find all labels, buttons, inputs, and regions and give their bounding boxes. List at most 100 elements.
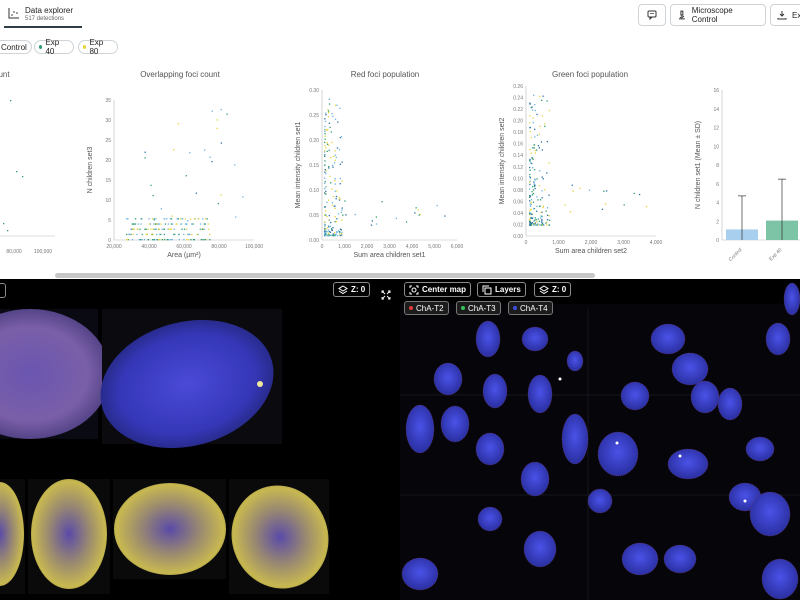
z-stack-left-button[interactable]: Z: 0 — [333, 282, 371, 297]
scatter-point — [127, 239, 129, 241]
filter-chip-control[interactable]: Control — [0, 40, 32, 54]
scatter-point — [540, 141, 543, 143]
nucleus — [561, 413, 589, 465]
scatter-point — [330, 182, 332, 184]
scatter-point — [344, 200, 346, 202]
focus-spot — [743, 499, 747, 503]
z-stack-right-button[interactable]: Z: 0 — [534, 282, 572, 297]
scatter-point — [337, 213, 340, 215]
scatter-point — [216, 127, 218, 130]
channel-chip-t2[interactable]: ChA-T2 — [404, 301, 449, 315]
scatter-point — [22, 176, 24, 178]
scatter-point — [324, 138, 326, 140]
chart-red-foci: 0.00 0.05 0.10 0.15 0.20 0.25 0.30 0 1,000 2,000 3… — [295, 88, 463, 259]
center-map-label: Center map — [422, 285, 467, 294]
scatter-point — [131, 239, 134, 241]
scatter-point — [541, 99, 543, 102]
tick-label: 0.24 — [513, 96, 523, 102]
scatter-point — [370, 224, 373, 226]
scatter-point — [529, 115, 531, 117]
scatter-point — [170, 223, 173, 225]
scatter-point — [156, 223, 158, 225]
scatter-point — [234, 164, 236, 166]
scatter-point — [544, 123, 546, 125]
microscopy-canvas[interactable] — [0, 279, 800, 600]
scatter-point — [569, 211, 572, 213]
scatter-point — [173, 149, 175, 151]
scatter-point — [539, 170, 541, 172]
scatter-point — [226, 113, 228, 115]
scatter-point — [336, 231, 338, 234]
channel-chip-t4[interactable]: ChA-T4 — [508, 301, 553, 315]
scatter-point — [160, 223, 162, 225]
scatter-point — [544, 189, 546, 191]
scatter-point — [155, 228, 157, 230]
microscope-icon — [678, 10, 685, 20]
scatter-point — [204, 239, 206, 241]
scatter-point — [193, 239, 195, 241]
scatter-point — [533, 183, 535, 185]
scatter-point — [539, 95, 541, 98]
center-map-button[interactable]: Center map — [404, 282, 472, 297]
scatter-point — [332, 115, 334, 118]
image-viewer[interactable]: Z: 0 Center map Layers Z: 0 — [0, 279, 800, 600]
scatter-chart-icon — [8, 8, 19, 19]
scatter-point — [148, 218, 150, 220]
scatter-point — [324, 231, 326, 234]
scatter-point — [341, 207, 343, 209]
filter-chip-exp80[interactable]: Exp 80 — [78, 38, 118, 56]
scatter-point — [538, 133, 540, 135]
scatter-point — [330, 157, 332, 159]
scatter-point — [208, 228, 210, 230]
z-level: Z: 0 — [351, 285, 366, 294]
scatter-point — [178, 233, 180, 236]
scatter-point — [169, 218, 172, 220]
scatter-point — [338, 196, 340, 199]
scatter-point — [341, 219, 343, 221]
tick-label: 5,000 — [428, 244, 441, 250]
tick-label: 0.15 — [309, 163, 319, 169]
tab-data-explorer[interactable]: Data explorer 517 detections — [4, 2, 82, 28]
tick-label: 2,000 — [361, 244, 374, 250]
scatter-point — [144, 157, 146, 159]
microscope-control-button[interactable]: Microscope Control — [670, 4, 766, 26]
scatter-point — [324, 135, 326, 137]
scatter-point — [328, 226, 330, 228]
filter-chip-exp40[interactable]: Exp 40 — [34, 38, 74, 56]
scatter-point — [328, 214, 330, 217]
scatter-point — [193, 218, 196, 220]
fullscreen-button[interactable] — [381, 287, 391, 305]
scatter-point — [325, 210, 327, 212]
scatter-point — [134, 223, 137, 225]
scatter-point — [529, 173, 531, 176]
tick-label: 6 — [716, 182, 719, 188]
scatter-point — [334, 154, 337, 156]
scatter-point — [216, 119, 219, 121]
scatter-point — [538, 220, 541, 223]
chart-title: Red foci population — [350, 70, 420, 79]
scatter-point — [334, 179, 336, 182]
tick-label: 8 — [716, 163, 719, 169]
scatter-point — [332, 226, 334, 229]
scatter-point — [546, 172, 548, 174]
layers-button[interactable]: Layers — [477, 282, 526, 297]
channel-chip-t3[interactable]: ChA-T3 — [456, 301, 501, 315]
scatter-point — [204, 149, 206, 151]
scatter-point — [332, 195, 335, 198]
scatter-point — [336, 190, 338, 192]
scatter-point — [185, 223, 188, 225]
scatter-point — [188, 233, 191, 236]
scatter-point — [336, 234, 339, 237]
left-panel-toggle[interactable] — [0, 283, 6, 298]
scatter-point — [326, 234, 329, 237]
scatter-point — [535, 219, 537, 221]
export-button[interactable]: Ex — [770, 4, 800, 26]
horizontal-scrollbar[interactable] — [55, 273, 595, 278]
scatter-point — [199, 228, 201, 230]
comment-button[interactable] — [638, 4, 666, 26]
scatter-point — [541, 219, 543, 221]
scatter-point — [529, 131, 531, 133]
nucleus — [587, 488, 613, 514]
scatter-point — [546, 207, 549, 209]
scatter-point — [196, 233, 198, 236]
